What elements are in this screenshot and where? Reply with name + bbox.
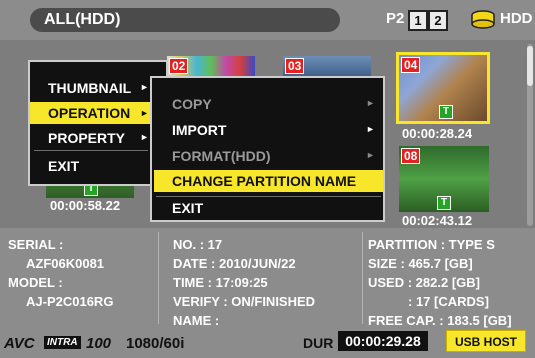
duration-value: 00:00:29.28 [338,331,428,351]
video-format: 1080/60i [126,335,185,352]
cards-info: : 17 [CARDS] [408,294,489,309]
menu-item-thumbnail[interactable]: THUMBNAIL [48,80,131,96]
used-info: USED : 282.2 [GB] [368,275,480,290]
p2-label: P2 [386,10,405,27]
submenu-arrow-icon: ► [366,98,375,108]
submenu-arrow-icon: ► [140,108,149,118]
t-badge: T [437,196,451,210]
scrollbar-thumb[interactable] [527,46,533,86]
size-info: SIZE : 465.7 [GB] [368,256,473,271]
slot-1-indicator: 1 [408,10,428,31]
name-info: NAME : [173,313,220,328]
clip-number-info: NO. : 17 [173,237,223,252]
clip-number-03: 03 [285,58,305,74]
clip-thumbnail-04[interactable]: 04 T [396,52,490,124]
serial-label: SERIAL : [8,237,64,252]
submenu-arrow-icon: ► [140,132,149,142]
submenu-item-format-hdd[interactable]: FORMAT(HDD) [172,148,271,164]
info-divider [158,232,159,324]
model-value: AJ-P2C016RG [26,294,114,309]
codec-bitrate-label: 100 [86,335,112,352]
clip-thumbnail-03[interactable]: 03 [283,56,371,78]
serial-value: AZF06K0081 [26,256,105,271]
menu-separator [156,196,381,197]
codec-intra-label: INTRA [44,336,81,349]
submenu-item-exit[interactable]: EXIT [172,200,203,216]
menu-item-exit[interactable]: EXIT [48,158,79,174]
t-badge: T [439,105,453,119]
partition-info: PARTITION : TYPE S [368,237,495,252]
free-capacity-info: FREE CAP. : 183.5 [GB] [368,313,512,328]
submenu-arrow-icon: ► [366,124,375,134]
codec-avc-label: AVC [4,335,35,352]
clip-08-timecode: 00:02:43.12 [402,213,473,228]
hdd-label: HDD [500,10,533,27]
time-info: TIME : 17:09:25 [173,275,268,290]
duration-label: DUR [303,335,334,351]
menu-item-operation[interactable]: OPERATION [30,102,150,124]
menu-separator [34,150,148,151]
info-divider [362,232,363,324]
clip-04-timecode: 00:00:28.24 [402,126,473,141]
usb-host-indicator[interactable]: USB HOST [446,330,526,352]
clip-01-timecode: 00:00:58.22 [50,198,121,213]
clip-number-04: 04 [401,57,421,73]
clip-thumbnail-08[interactable]: 08 T [399,146,489,212]
model-label: MODEL : [8,275,63,290]
submenu-arrow-icon: ► [366,150,375,160]
submenu-item-copy[interactable]: COPY [172,96,212,112]
clip-number-02: 02 [169,58,189,74]
hdd-icon [471,10,495,29]
submenu-arrow-icon: ► [140,82,149,92]
submenu-item-import[interactable]: IMPORT [172,122,226,138]
menu-item-property[interactable]: PROPERTY [48,130,125,146]
clip-thumbnail-02[interactable]: 02 [167,56,255,78]
submenu-item-change-partition-name[interactable]: CHANGE PARTITION NAME [154,170,383,192]
slot-2-indicator: 2 [428,10,448,31]
clip-number-08: 08 [401,148,421,164]
date-info: DATE : 2010/JUN/22 [173,256,296,271]
view-title: ALL(HDD) [30,8,340,32]
verify-info: VERIFY : ON/FINISHED [173,294,316,309]
